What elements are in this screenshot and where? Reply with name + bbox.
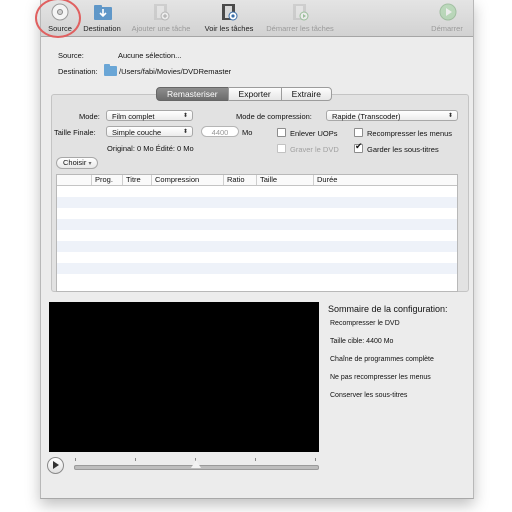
slider-tick (135, 458, 136, 461)
updown-arrow-icon: ⬍ (182, 129, 188, 135)
keep-subtitles-checkbox[interactable]: ✔ Garder les sous-titres (354, 141, 439, 154)
column-duree[interactable]: Durée (313, 175, 337, 185)
summary-line: Taille cible: 4400 Mo (330, 338, 394, 345)
table-row (57, 252, 457, 263)
toolbar-destination-button[interactable]: Destination (79, 2, 125, 33)
toolbar-start-tasks-button[interactable]: Démarrer les tâches (261, 2, 339, 33)
column-taille[interactable]: Taille (256, 175, 277, 185)
size-field[interactable]: 4400 (201, 126, 239, 137)
recompress-menus-label: Recompresser les menus (367, 129, 453, 138)
table-row (57, 230, 457, 241)
tab-remasteriser[interactable]: Remasteriser (156, 87, 229, 101)
table-header: Prog. Titre Compression Ratio Taille Dur… (57, 175, 457, 186)
compression-mode-select[interactable]: Rapide (Transcoder) ⬍ (326, 110, 458, 121)
recompress-menus-checkbox[interactable]: Recompresser les menus (354, 128, 452, 138)
titles-table[interactable]: Prog. Titre Compression Ratio Taille Dur… (56, 174, 458, 292)
burn-dvd-label: Graver le DVD (290, 145, 339, 154)
summary-title: Sommaire de la configuration: (328, 304, 448, 314)
toolbar-start-tasks-label: Démarrer les tâches (266, 24, 334, 33)
toolbar-destination-label: Destination (83, 24, 121, 33)
table-row (57, 241, 457, 252)
folder-icon (104, 64, 117, 76)
tab-exporter[interactable]: Exporter (227, 87, 282, 101)
source-value: Aucune sélection... (118, 51, 182, 60)
slider-knob[interactable] (190, 459, 202, 469)
table-row (57, 219, 457, 230)
tab-bar: Remasteriser Exporter Extraire (156, 87, 332, 101)
final-size-value: Simple couche (112, 128, 162, 137)
column-compression[interactable]: Compression (151, 175, 199, 185)
summary-line: Recompresser le DVD (330, 320, 400, 327)
summary-line: Ne pas recompresser les menus (330, 374, 431, 381)
checkbox-box (277, 128, 286, 137)
play-button[interactable] (47, 457, 64, 474)
slider-tick (75, 458, 76, 461)
checkbox-box (354, 128, 363, 137)
table-row (57, 186, 457, 197)
checkmark-icon: ✔ (355, 141, 363, 151)
slider-tick (315, 458, 316, 461)
keep-subtitles-label: Garder les sous-titres (367, 145, 439, 154)
mode-select-value: Film complet (112, 112, 155, 121)
folder-download-icon (93, 2, 112, 22)
table-row (57, 197, 457, 208)
destination-label: Destination: (58, 67, 98, 76)
toolbar-add-task-label: Ajouter une tâche (131, 24, 191, 33)
destination-path: /Users/fabi/Movies/DVDRemaster (119, 67, 232, 76)
film-add-icon (152, 2, 170, 22)
original-edited-size: Original: 0 Mo Édité: 0 Mo (107, 144, 194, 153)
compression-mode-value: Rapide (Transcoder) (332, 112, 401, 121)
compression-mode-label: Mode de compression: (236, 112, 312, 121)
remove-uops-label: Enlever UOPs (290, 129, 338, 138)
toolbar-add-task-button[interactable]: Ajouter une tâche (127, 2, 195, 33)
summary-line: Conserver les sous-titres (330, 392, 408, 399)
updown-arrow-icon: ⬍ (447, 113, 453, 119)
table-row (57, 274, 457, 285)
table-row (57, 263, 457, 274)
table-row (57, 208, 457, 219)
size-unit: Mo (242, 128, 253, 137)
remove-uops-checkbox[interactable]: Enlever UOPs (277, 128, 338, 138)
column-titre[interactable]: Titre (122, 175, 141, 185)
chevron-down-icon: ▾ (88, 161, 92, 167)
play-circle-icon (438, 2, 457, 22)
main-window: Source Destination Ajouter une tâche Voi… (35, 0, 474, 499)
updown-arrow-icon: ⬍ (182, 113, 188, 119)
film-play-icon (291, 2, 309, 22)
film-view-icon (220, 2, 238, 22)
choose-button-label: Choisir (63, 158, 87, 167)
slider-tick (255, 458, 256, 461)
checkbox-box (277, 144, 286, 153)
video-preview (49, 302, 319, 452)
summary-line: Chaîne de programmes complète (330, 356, 434, 363)
column-ratio[interactable]: Ratio (223, 175, 245, 185)
toolbar-start-label: Démarrer (431, 24, 463, 33)
mode-label: Mode: (79, 112, 100, 121)
toolbar: Source Destination Ajouter une tâche Voi… (35, 0, 473, 38)
mode-select[interactable]: Film complet ⬍ (106, 110, 193, 121)
column-prog[interactable]: Prog. (91, 175, 113, 185)
final-size-label: Taille Finale: (54, 128, 96, 137)
choose-button[interactable]: Choisir ▾ (56, 157, 99, 169)
burn-dvd-checkbox[interactable]: Graver le DVD (277, 144, 339, 154)
toolbar-view-tasks-label: Voir les tâches (204, 24, 254, 33)
source-label: Source: (58, 51, 84, 60)
toolbar-start-button[interactable]: Démarrer (427, 2, 467, 33)
toolbar-view-tasks-button[interactable]: Voir les tâches (199, 2, 259, 33)
final-size-select[interactable]: Simple couche ⬍ (106, 126, 193, 137)
tab-extraire[interactable]: Extraire (280, 87, 332, 101)
checkbox-box: ✔ (354, 141, 363, 153)
